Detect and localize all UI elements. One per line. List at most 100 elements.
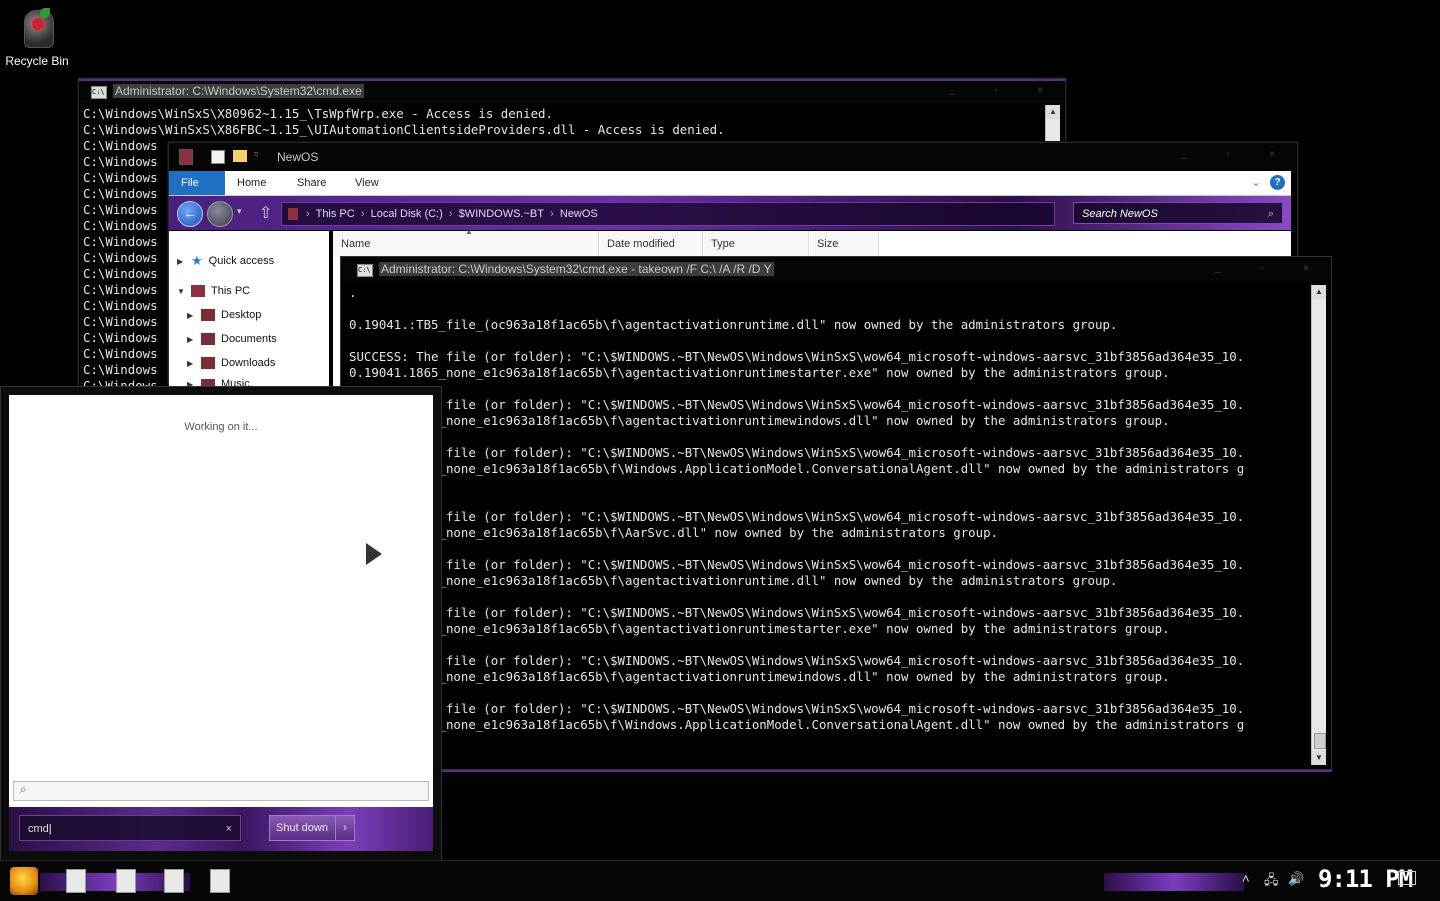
maximize-button[interactable]: ▫ [1245, 263, 1279, 277]
console-line: 0.19041.1865_none_e1c963a18f1ac65b\f\Win… [349, 461, 1245, 476]
recycle-bin-shortcut[interactable]: Recycle Bin [4, 6, 70, 68]
expand-arrow-icon[interactable]: ▶ [187, 359, 195, 368]
console-line: 0.19041.1865_none_e1c963a18f1ac65b\f\age… [349, 669, 1170, 684]
volume-icon[interactable]: 🔊 [1288, 871, 1304, 887]
action-center-icon[interactable] [1398, 871, 1416, 885]
recycle-bin-icon [18, 6, 56, 50]
back-arrow-icon[interactable]: ← [177, 201, 203, 227]
nav-label: Desktop [221, 309, 262, 321]
breadcrumb-local-disk[interactable]: Local Disk (C:) [371, 208, 443, 220]
maximize-button[interactable]: ▫ [1211, 149, 1245, 163]
console-line: . [349, 285, 357, 300]
taskbar-app-icon[interactable] [164, 869, 184, 893]
properties-icon[interactable] [211, 150, 225, 164]
column-header-type[interactable]: Type [703, 231, 809, 257]
console-line: SUCCESS: The file (or folder): "C:\$WIND… [349, 701, 1245, 716]
close-button[interactable]: × [1023, 85, 1057, 99]
downloads-folder-icon [201, 357, 215, 369]
breadcrumb-this-pc[interactable]: This PC [316, 208, 355, 220]
start-search-input[interactable]: cmd| × [19, 815, 241, 841]
nav-desktop[interactable]: ▶ Desktop [187, 309, 261, 321]
column-header-size[interactable]: Size [809, 231, 879, 257]
search-input[interactable]: Search NewOS ⌕ [1073, 202, 1283, 224]
forward-arrow-icon[interactable] [207, 201, 233, 227]
nav-this-pc[interactable]: ▼ This PC [177, 285, 250, 297]
expand-arrow-icon[interactable]: ▶ [187, 311, 195, 320]
breadcrumb-newos[interactable]: NewOS [560, 208, 598, 220]
expand-arrow-icon[interactable]: ▶ [177, 257, 185, 266]
tab-view[interactable]: View [343, 171, 391, 195]
minimize-button[interactable]: _ [1167, 149, 1201, 163]
taskbar-app-icon[interactable] [66, 869, 86, 893]
cmd-front-scrollbar[interactable]: ▲ ▼ [1311, 285, 1326, 765]
nav-label: This PC [211, 285, 251, 297]
tab-file[interactable]: File [169, 171, 225, 195]
nav-documents[interactable]: ▶ Documents [187, 333, 277, 345]
address-field[interactable]: › This PC › Local Disk (C:) › $WINDOWS.~… [281, 202, 1055, 226]
taskbar-glow [1104, 873, 1244, 891]
scroll-up-arrow-icon[interactable]: ▲ [1312, 285, 1326, 299]
cmd-back-scrollbar[interactable]: ▲ [1045, 105, 1060, 141]
clear-search-icon[interactable]: × [226, 816, 232, 842]
cmd-window-front[interactable]: C:\ Administrator: C:\Windows\System32\c… [340, 256, 1332, 770]
console-line: 0.19041.1865_none_e1c963a18f1ac65b\f\age… [349, 365, 1170, 380]
network-icon[interactable]: 🖧 [1264, 871, 1279, 893]
explorer-titlebar[interactable]: ▿ NewOS _ ▫ × [169, 143, 1297, 171]
tab-share[interactable]: Share [285, 171, 338, 195]
explorer-title: NewOS [277, 150, 319, 164]
start-results-panel: Working on it... ⌕ [9, 395, 433, 809]
minimize-button[interactable]: _ [1201, 263, 1235, 277]
console-line: C:\Windows\WinSxS\X86FBC~1.15_\UIAutomat… [83, 122, 725, 137]
nav-label: Documents [221, 333, 277, 345]
collapse-arrow-icon[interactable]: ▼ [177, 287, 185, 296]
up-arrow-icon[interactable]: ⇧ [259, 203, 272, 223]
new-folder-icon[interactable] [233, 150, 247, 162]
location-icon [288, 208, 298, 220]
scrollbar-thumb[interactable] [1314, 733, 1326, 749]
maximize-button[interactable]: ▫ [979, 85, 1013, 99]
breadcrumb-windows-bt[interactable]: $WINDOWS.~BT [459, 208, 544, 220]
nav-label: Quick access [208, 255, 275, 267]
tab-home[interactable]: Home [225, 171, 278, 195]
close-button[interactable]: × [1255, 149, 1289, 163]
minimize-button[interactable]: _ [935, 85, 969, 99]
console-line: SUCCESS: The file (or folder): "C:\$WIND… [349, 509, 1245, 524]
results-search-field[interactable]: ⌕ [13, 781, 429, 801]
taskbar-app-icon[interactable] [210, 869, 230, 893]
recent-locations-icon[interactable]: ▾ [237, 206, 242, 217]
expand-arrow-icon[interactable]: ▶ [187, 335, 195, 344]
nav-quick-access[interactable]: ▶ ★ Quick access [177, 253, 274, 269]
breadcrumb: › This PC › Local Disk (C:) › $WINDOWS.~… [306, 208, 598, 220]
start-search-value: cmd [28, 823, 49, 835]
show-hidden-icons-icon[interactable]: ˄ [1242, 871, 1250, 886]
shutdown-label: Shut down [276, 822, 328, 834]
console-line: C:\Windows\WinSxS\X80962~1.15_\TsWpfWrp.… [83, 106, 553, 121]
nav-downloads[interactable]: ▶ Downloads [187, 357, 275, 369]
sort-ascending-icon: ▲ [465, 227, 473, 236]
start-menu-bottom-bar: cmd| × Shut down › [9, 807, 433, 851]
shutdown-button[interactable]: Shut down › [269, 815, 355, 841]
expand-ribbon-icon[interactable]: ⌄ [1251, 175, 1261, 189]
cmd-back-titlebar[interactable]: C:\ Administrator: C:\Windows\System32\c… [79, 79, 1065, 103]
quick-access-dropdown-icon[interactable]: ▿ [254, 149, 259, 160]
search-icon: ⌕ [1267, 208, 1274, 220]
cmd-front-titlebar[interactable]: C:\ Administrator: C:\Windows\System32\c… [341, 257, 1331, 281]
computer-icon [191, 285, 205, 297]
scroll-up-arrow-icon[interactable]: ▲ [1046, 105, 1060, 119]
scroll-down-arrow-icon[interactable]: ▼ [1312, 751, 1326, 765]
search-placeholder: Search NewOS [1082, 208, 1158, 220]
help-icon[interactable]: ? [1270, 175, 1285, 190]
taskbar-app-icon[interactable] [116, 869, 136, 893]
start-button[interactable] [10, 867, 38, 895]
console-line: 0.19041.1865_none_e1c963a18f1ac65b\f\Aar… [349, 525, 999, 540]
cmd-back-caption-buttons: _ ▫ × [935, 85, 1057, 99]
close-button[interactable]: × [1289, 263, 1323, 277]
column-header-date-modified[interactable]: Date modified [599, 231, 703, 257]
shutdown-options-arrow-icon[interactable]: › [335, 816, 354, 840]
